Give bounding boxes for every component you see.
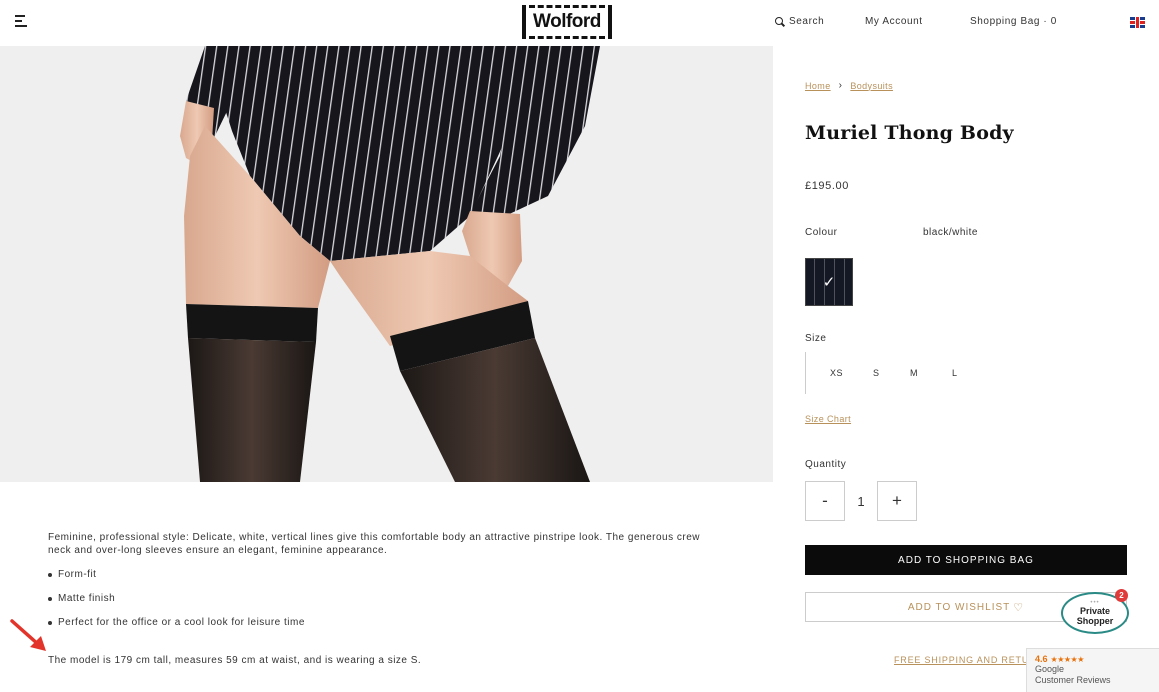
quantity-label: Quantity: [805, 459, 847, 470]
colour-swatch-black-white[interactable]: ✓: [805, 258, 853, 306]
size-option-m[interactable]: M: [910, 368, 918, 378]
chevron-right-icon: ›: [838, 80, 843, 91]
google-reviews-badge[interactable]: 4.6 ★★★★★ Google Customer Reviews: [1026, 648, 1159, 692]
google-reviews-subtitle: Customer Reviews: [1035, 675, 1111, 685]
size-label: Size: [805, 333, 827, 344]
heart-icon: ♡: [1013, 601, 1025, 614]
quantity-increment-button[interactable]: +: [877, 481, 917, 521]
colour-value: black/white: [923, 227, 978, 238]
quantity-value[interactable]: 1: [845, 481, 877, 521]
product-price: £195.00: [805, 180, 849, 192]
ps-line2: Shopper: [1076, 616, 1114, 626]
google-rating: 4.6: [1035, 654, 1048, 664]
ps-line1: Private: [1079, 606, 1111, 616]
size-chart-link[interactable]: Size Chart: [805, 414, 851, 424]
quantity-decrement-button[interactable]: -: [805, 481, 845, 521]
rating-stars-icon: ★★★★★: [1050, 654, 1085, 664]
bullet-icon: [48, 596, 52, 601]
uk-flag-icon[interactable]: [1130, 17, 1145, 28]
hamburger-menu-icon[interactable]: [15, 15, 27, 27]
search-icon: [775, 16, 785, 27]
site-header: Wolford Search My Account Shopping Bag ·…: [0, 0, 1159, 46]
notification-badge: 2: [1115, 589, 1128, 602]
google-name: Google: [1035, 664, 1065, 674]
wolford-logo[interactable]: Wolford: [522, 4, 637, 40]
size-option-s[interactable]: S: [873, 368, 880, 378]
list-item: Perfect for the office or a cool look fo…: [48, 617, 305, 628]
my-account-link[interactable]: My Account: [865, 16, 923, 27]
product-title: Muriel Thong Body: [805, 122, 1014, 144]
colour-label: Colour: [805, 227, 838, 238]
product-photo: [0, 46, 773, 482]
list-item: Form-fit: [48, 569, 96, 580]
bullet-icon: [48, 572, 52, 577]
model-note: The model is 179 cm tall, measures 59 cm…: [48, 655, 422, 666]
shopping-bag-link[interactable]: Shopping Bag · 0: [970, 16, 1057, 27]
product-description: Feminine, professional style: Delicate, …: [48, 532, 700, 556]
size-selector: XS S M L: [805, 352, 995, 394]
bullet-text: Form-fit: [58, 569, 97, 580]
search-link[interactable]: Search: [775, 16, 824, 27]
add-to-bag-button[interactable]: ADD TO SHOPPING BAG: [805, 545, 1127, 575]
checkmark-icon: ✓: [822, 274, 836, 291]
list-item: Matte finish: [48, 593, 115, 604]
breadcrumb-home[interactable]: Home: [805, 81, 831, 91]
bullet-text: Perfect for the office or a cool look fo…: [58, 617, 305, 628]
size-option-l[interactable]: L: [952, 368, 958, 378]
size-option-xs[interactable]: XS: [830, 368, 843, 378]
bullet-icon: [48, 620, 52, 625]
free-shipping-link[interactable]: FREE SHIPPING AND RETUR: [894, 655, 1026, 665]
bullet-text: Matte finish: [58, 593, 116, 604]
breadcrumb-bodysuits[interactable]: Bodysuits: [850, 81, 893, 91]
add-to-wishlist-label: ADD TO WISHLIST: [907, 601, 1011, 613]
private-shopper-widget[interactable]: ••• Private Shopper 2: [1061, 589, 1131, 640]
breadcrumb: Home › Bodysuits: [805, 80, 893, 91]
logo-text: Wolford: [533, 11, 601, 32]
red-arrow-icon: [10, 619, 46, 651]
product-image: [0, 46, 773, 482]
search-label: Search: [789, 16, 825, 27]
